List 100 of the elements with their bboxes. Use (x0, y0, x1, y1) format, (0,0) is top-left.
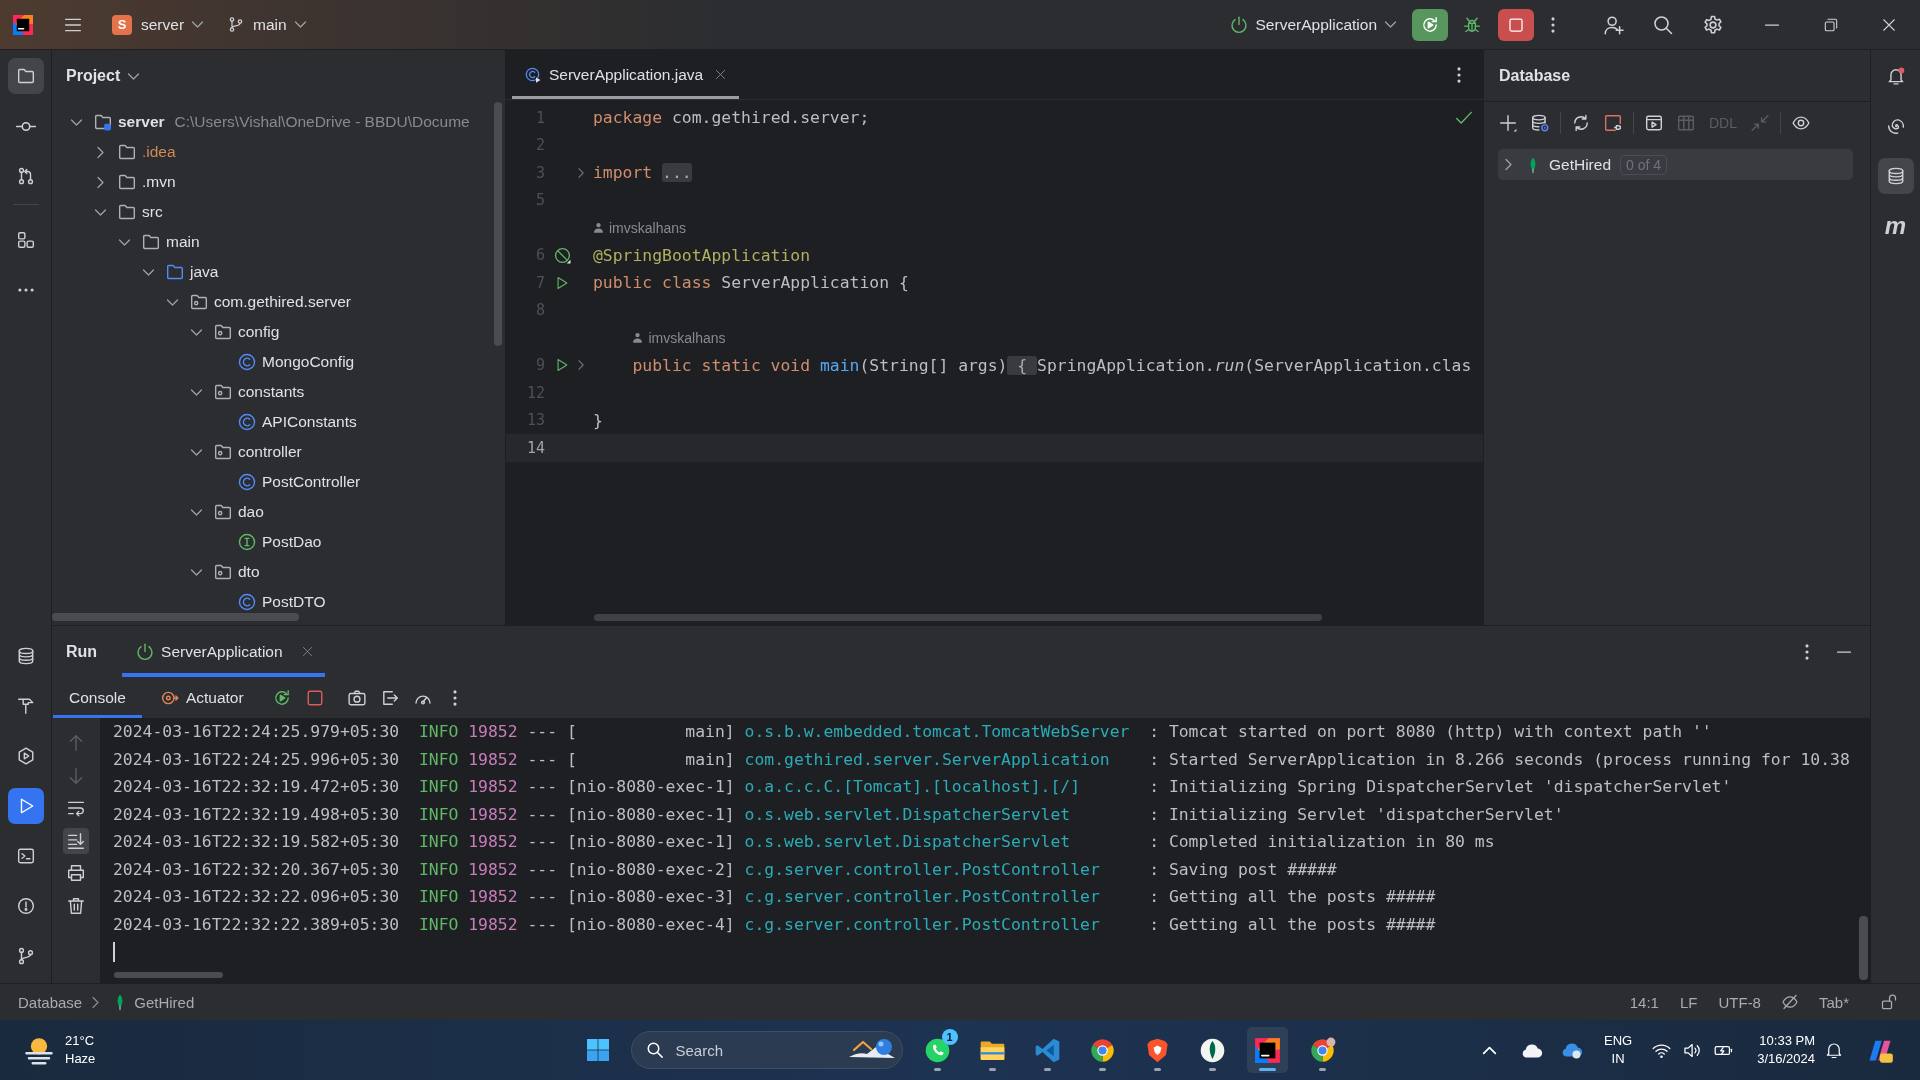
view-mode-dropdown[interactable]: Project (66, 67, 140, 85)
tree-item[interactable]: PostController (262, 473, 361, 491)
weather-condition[interactable]: Haze (65, 1050, 96, 1068)
chevron-down-icon[interactable] (166, 298, 178, 306)
branch-selector[interactable]: main (228, 15, 306, 34)
more-icon[interactable] (1551, 16, 1555, 33)
tree-item[interactable]: controller (238, 443, 302, 461)
scrollbar-thumb[interactable] (494, 102, 502, 346)
tree-item[interactable]: PostDTO (262, 593, 326, 611)
restore-icon[interactable] (1824, 17, 1838, 32)
chevron-down-icon[interactable] (190, 568, 202, 576)
scrollbar-thumb[interactable] (114, 972, 223, 978)
bell-icon[interactable] (1825, 1041, 1843, 1059)
chevron-down-icon[interactable] (70, 118, 82, 126)
run-icon[interactable] (555, 358, 569, 373)
start-icon[interactable] (585, 1038, 610, 1062)
camera-icon[interactable] (347, 688, 366, 707)
sun-haze-icon[interactable] (24, 1035, 54, 1065)
rerun-button[interactable] (1412, 8, 1448, 41)
exit-icon[interactable] (380, 688, 399, 707)
more-icon[interactable] (1805, 643, 1809, 660)
refresh-icon[interactable] (1572, 114, 1590, 132)
slashed-circle-icon[interactable] (553, 246, 571, 264)
tree-item[interactable]: .idea (142, 143, 176, 161)
temperature[interactable]: 21°C (65, 1032, 96, 1050)
app-logo-icon[interactable] (13, 14, 33, 35)
unlocked-padlock-icon[interactable] (1881, 994, 1897, 1010)
fold-chevron-icon[interactable] (578, 360, 584, 371)
eye-icon[interactable] (1792, 114, 1810, 132)
tree-item[interactable]: com.gethired.server (214, 293, 351, 311)
stop-button[interactable] (1498, 8, 1534, 41)
tree-item[interactable]: dto (238, 563, 260, 581)
debug-icon[interactable] (1463, 15, 1481, 34)
breadcrumb[interactable]: GetHired (117, 993, 195, 1011)
hide-panel-icon[interactable] (1837, 650, 1851, 653)
tree-item[interactable]: MongoConfig (262, 353, 355, 371)
breadcrumb[interactable]: Database (18, 993, 83, 1011)
data-source-row[interactable]: GetHired 0 of 4 (1498, 149, 1853, 180)
console-tab[interactable]: Actuator (144, 677, 260, 718)
chevron-down-icon[interactable] (94, 208, 106, 216)
database-settings-icon[interactable] (1531, 114, 1549, 132)
eye-slash-icon[interactable] (1781, 994, 1798, 1010)
tree-item[interactable]: main (166, 233, 200, 251)
chevron-down-icon[interactable] (190, 508, 202, 516)
taskbar-app-button[interactable] (1246, 1027, 1288, 1073)
tool-window-button[interactable]: m (1877, 208, 1914, 244)
tree-item[interactable]: server (118, 113, 165, 131)
taskbar-app-button[interactable]: 1 (916, 1027, 958, 1073)
scrollbar-thumb[interactable] (594, 614, 1322, 621)
chevron-down-icon[interactable] (118, 238, 130, 246)
tree-item[interactable]: APIConstants (262, 413, 357, 431)
console-icon[interactable] (1645, 114, 1663, 132)
minimize-icon[interactable] (1765, 23, 1779, 26)
code-author-hint[interactable]: imvskalhans (648, 329, 726, 346)
code-author-hint[interactable]: imvskalhans (609, 219, 687, 236)
chevron-right-icon[interactable] (96, 146, 104, 158)
chevron-down-icon[interactable] (142, 268, 154, 276)
chevron-down-icon[interactable] (190, 448, 202, 456)
search-icon[interactable] (1653, 14, 1673, 35)
tool-window-button[interactable] (1877, 158, 1914, 194)
file-encoding[interactable]: UTF-8 (1718, 993, 1761, 1011)
editor-tab[interactable]: ServerApplication.java (512, 50, 740, 99)
chevron-right-icon[interactable] (96, 176, 104, 188)
close-tab-icon[interactable] (301, 646, 313, 657)
fold-chevron-icon[interactable] (578, 167, 584, 178)
stop-icon[interactable] (305, 688, 324, 707)
tree-item[interactable]: java (190, 263, 219, 281)
add-user-icon[interactable] (1604, 14, 1624, 35)
chevron-up-icon[interactable] (1483, 1046, 1496, 1054)
chevron-down-icon[interactable] (190, 328, 202, 336)
run-icon[interactable] (555, 275, 569, 290)
tree-item[interactable]: config (238, 323, 280, 341)
more-icon[interactable] (1457, 66, 1461, 83)
chevron-right-icon[interactable] (1504, 159, 1512, 170)
chevron-down-icon[interactable] (190, 388, 202, 396)
scrollbar-thumb[interactable] (52, 613, 299, 621)
line-separator[interactable]: LF (1679, 993, 1698, 1011)
close-tab-icon[interactable] (715, 69, 727, 80)
disconnect-icon[interactable] (1604, 114, 1622, 132)
add-icon[interactable] (1499, 114, 1517, 132)
more-icon[interactable] (452, 689, 457, 706)
run-configuration-selector[interactable]: ServerApplication (1229, 15, 1396, 34)
scrollbar-thumb[interactable] (1859, 916, 1868, 980)
tree-item[interactable]: PostDao (262, 533, 322, 551)
tree-item[interactable]: dao (238, 503, 264, 521)
indent-setting[interactable]: Tab* (1818, 993, 1849, 1011)
language-indicator[interactable]: ENG IN (1604, 1032, 1633, 1068)
console-tool-button[interactable] (63, 827, 89, 854)
rerun-icon[interactable] (272, 688, 291, 707)
tree-item[interactable]: src (142, 203, 163, 221)
tree-item[interactable]: .mvn (142, 173, 176, 191)
cloud-icon[interactable] (1561, 1041, 1582, 1059)
clock[interactable]: 10:33 PM 3/16/2024 (1757, 1032, 1815, 1068)
close-icon[interactable] (1882, 17, 1896, 32)
cloud-icon[interactable] (1521, 1042, 1542, 1058)
tool-window-button[interactable] (7, 58, 44, 94)
tree-item[interactable]: constants (238, 383, 305, 401)
tool-window-button[interactable] (7, 788, 44, 824)
run-tab[interactable]: ServerApplication (122, 626, 325, 677)
settings-icon[interactable] (1703, 14, 1723, 35)
